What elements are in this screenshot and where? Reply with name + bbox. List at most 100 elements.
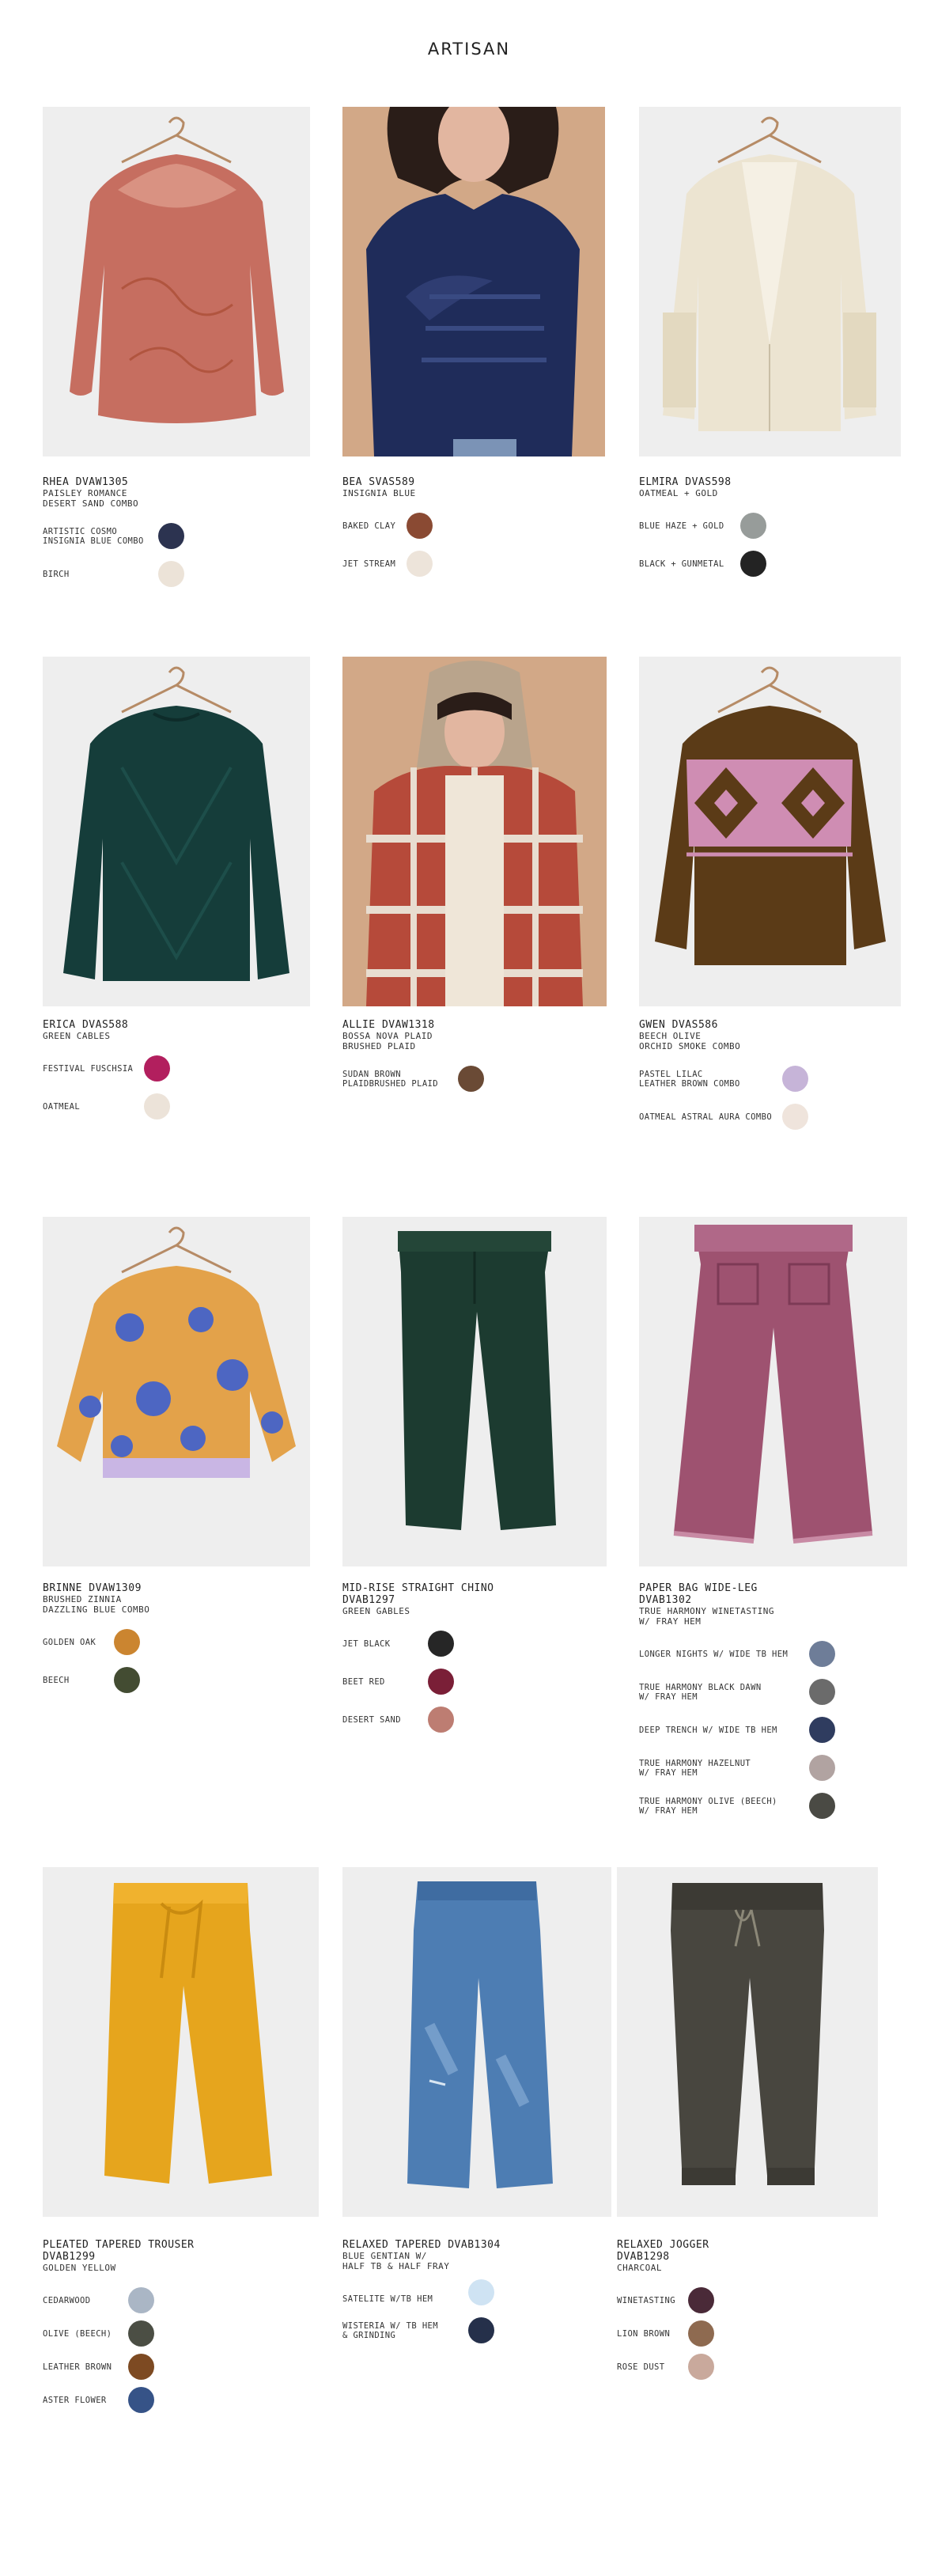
color-option[interactable]: WISTERIA W/ TB HEM & GRINDING — [342, 2317, 611, 2344]
color-option[interactable]: CEDARWOOD — [43, 2287, 320, 2314]
product-name[interactable]: RELAXED TAPERED DVAB1304 — [342, 2239, 611, 2251]
product-name[interactable]: ERICA DVAS588 — [43, 1019, 312, 1031]
color-option[interactable]: LION BROWN — [617, 2320, 886, 2347]
color-swatch[interactable] — [128, 2354, 154, 2380]
color-option[interactable]: OLIVE (BEECH) — [43, 2320, 320, 2347]
color-label: BLUE HAZE + GOLD — [639, 521, 724, 531]
product-image-blouse[interactable] — [43, 107, 310, 456]
color-swatch[interactable] — [740, 551, 766, 577]
color-option[interactable]: JET STREAM — [342, 551, 611, 578]
color-option[interactable]: TRUE HARMONY OLIVE (BEECH) W/ FRAY HEM — [639, 1793, 908, 1820]
color-option[interactable]: FESTIVAL FUSCHSIA — [43, 1055, 312, 1082]
product-variant: HALF TB & HALF FRAY — [342, 2261, 450, 2271]
color-swatch[interactable] — [458, 1066, 484, 1092]
color-option[interactable]: OATMEAL ASTRAL AURA COMBO — [639, 1104, 908, 1131]
color-swatch[interactable] — [158, 523, 184, 549]
color-option[interactable]: ROSE DUST — [617, 2354, 886, 2381]
color-option[interactable]: PASTEL LILAC LEATHER BROWN COMBO — [639, 1066, 908, 1093]
product-name[interactable]: ALLIE DVAW1318 — [342, 1019, 611, 1031]
color-option[interactable]: DESERT SAND — [342, 1707, 611, 1733]
color-option[interactable]: LONGER NIGHTS W/ WIDE TB HEM — [639, 1641, 908, 1668]
color-label: OATMEAL ASTRAL AURA COMBO — [639, 1112, 773, 1122]
color-label: FESTIVAL FUSCHSIA — [43, 1064, 134, 1074]
color-option[interactable]: BAKED CLAY — [342, 513, 611, 540]
color-swatch[interactable] — [809, 1755, 835, 1781]
color-swatch[interactable] — [428, 1631, 454, 1657]
color-option[interactable]: BEET RED — [342, 1669, 611, 1695]
color-option[interactable]: BLACK + GUNMETAL — [639, 551, 908, 578]
color-swatch[interactable] — [128, 2287, 154, 2313]
color-swatch[interactable] — [114, 1667, 140, 1693]
color-option[interactable]: ARTISTIC COSMO INSIGNIA BLUE COMBO — [43, 523, 312, 550]
color-option[interactable]: TRUE HARMONY BLACK DAWN W/ FRAY HEM — [639, 1679, 908, 1706]
product-variant: BLUE GENTIAN W/ — [342, 2251, 427, 2261]
color-option[interactable]: GOLDEN OAK — [43, 1629, 312, 1656]
color-option[interactable]: JET BLACK — [342, 1631, 611, 1657]
color-swatch[interactable] — [468, 2317, 494, 2343]
product-name[interactable]: PLEATED TAPERED TROUSER DVAB1299 — [43, 2239, 320, 2263]
product-image-jeans[interactable] — [342, 1867, 611, 2217]
product-variant: BRUSHED PLAID — [342, 1041, 416, 1051]
product-image-pants[interactable] — [639, 1217, 907, 1566]
color-option[interactable]: WINETASTING — [617, 2287, 886, 2314]
color-option[interactable]: BLUE HAZE + GOLD — [639, 513, 908, 540]
color-swatch[interactable] — [128, 2320, 154, 2347]
color-label: LONGER NIGHTS W/ WIDE TB HEM — [639, 1650, 789, 1659]
product-image-pants[interactable] — [342, 1217, 607, 1566]
color-swatch[interactable] — [114, 1629, 140, 1655]
product-name[interactable]: ELMIRA DVAS598 — [639, 476, 908, 488]
product-name[interactable]: RHEA DVAW1305 — [43, 476, 312, 488]
color-option[interactable]: BIRCH — [43, 561, 312, 588]
color-swatch[interactable] — [688, 2320, 714, 2347]
product-image-joggers[interactable] — [617, 1867, 878, 2217]
color-option[interactable]: SATELITE W/TB HEM — [342, 2279, 611, 2313]
color-label: BEET RED — [342, 1677, 385, 1687]
color-swatch[interactable] — [144, 1055, 170, 1082]
color-option[interactable]: DEEP TRENCH W/ WIDE TB HEM — [639, 1717, 908, 1744]
color-swatch[interactable] — [740, 513, 766, 539]
product-name[interactable]: PAPER BAG WIDE-LEG DVAB1302 — [639, 1582, 908, 1606]
product-image-sweater[interactable] — [639, 657, 901, 1006]
color-option[interactable]: LEATHER BROWN — [43, 2354, 320, 2381]
color-swatch[interactable] — [782, 1066, 808, 1092]
color-option[interactable]: TRUE HARMONY HAZELNUT W/ FRAY HEM — [639, 1755, 908, 1782]
product-image-pants[interactable] — [43, 1867, 319, 2217]
product-variant: TRUE HARMONY WINETASTING — [639, 1606, 774, 1616]
color-swatch[interactable] — [782, 1104, 808, 1130]
color-option[interactable]: OATMEAL — [43, 1093, 312, 1120]
color-swatch[interactable] — [407, 551, 433, 577]
color-option[interactable]: ASTER FLOWER — [43, 2387, 320, 2414]
color-swatch[interactable] — [809, 1679, 835, 1705]
color-label: ASTER FLOWER — [43, 2396, 107, 2405]
color-option[interactable]: SUDAN BROWN PLAIDBRUSHED PLAID — [342, 1066, 611, 1093]
product-name[interactable]: GWEN DVAS586 — [639, 1019, 908, 1031]
color-swatch[interactable] — [809, 1717, 835, 1743]
color-swatch[interactable] — [688, 2287, 714, 2313]
product-image-sweater[interactable] — [43, 657, 310, 1006]
color-swatch[interactable] — [158, 561, 184, 587]
color-label: DESERT SAND — [342, 1715, 401, 1725]
product-variant: BEECH OLIVE — [639, 1031, 702, 1041]
color-swatch[interactable] — [428, 1669, 454, 1695]
product-variant: W/ FRAY HEM — [639, 1616, 702, 1627]
color-swatch[interactable] — [688, 2354, 714, 2380]
product-name[interactable]: RELAXED JOGGER DVAB1298 — [617, 2239, 886, 2263]
color-label: TRUE HARMONY HAZELNUT W/ FRAY HEM — [639, 1759, 751, 1778]
color-swatch[interactable] — [144, 1093, 170, 1119]
product-variant: GOLDEN YELLOW — [43, 2263, 116, 2273]
color-swatch[interactable] — [809, 1793, 835, 1819]
color-swatch[interactable] — [428, 1707, 454, 1733]
product-name[interactable]: BEA SVAS589 — [342, 476, 611, 488]
color-swatch[interactable] — [809, 1641, 835, 1667]
color-swatch[interactable] — [128, 2387, 154, 2413]
color-label: CEDARWOOD — [43, 2296, 91, 2305]
product-image-blouse[interactable] — [43, 1217, 310, 1566]
product-name[interactable]: MID-RISE STRAIGHT CHINO DVAB1297 — [342, 1582, 611, 1606]
product-image-jacket[interactable] — [342, 657, 607, 1006]
color-swatch[interactable] — [468, 2279, 494, 2305]
product-image-cardigan[interactable] — [639, 107, 901, 456]
color-option[interactable]: BEECH — [43, 1667, 312, 1694]
product-image-sweater[interactable] — [342, 107, 605, 456]
color-swatch[interactable] — [407, 513, 433, 539]
product-name[interactable]: BRINNE DVAW1309 — [43, 1582, 312, 1594]
